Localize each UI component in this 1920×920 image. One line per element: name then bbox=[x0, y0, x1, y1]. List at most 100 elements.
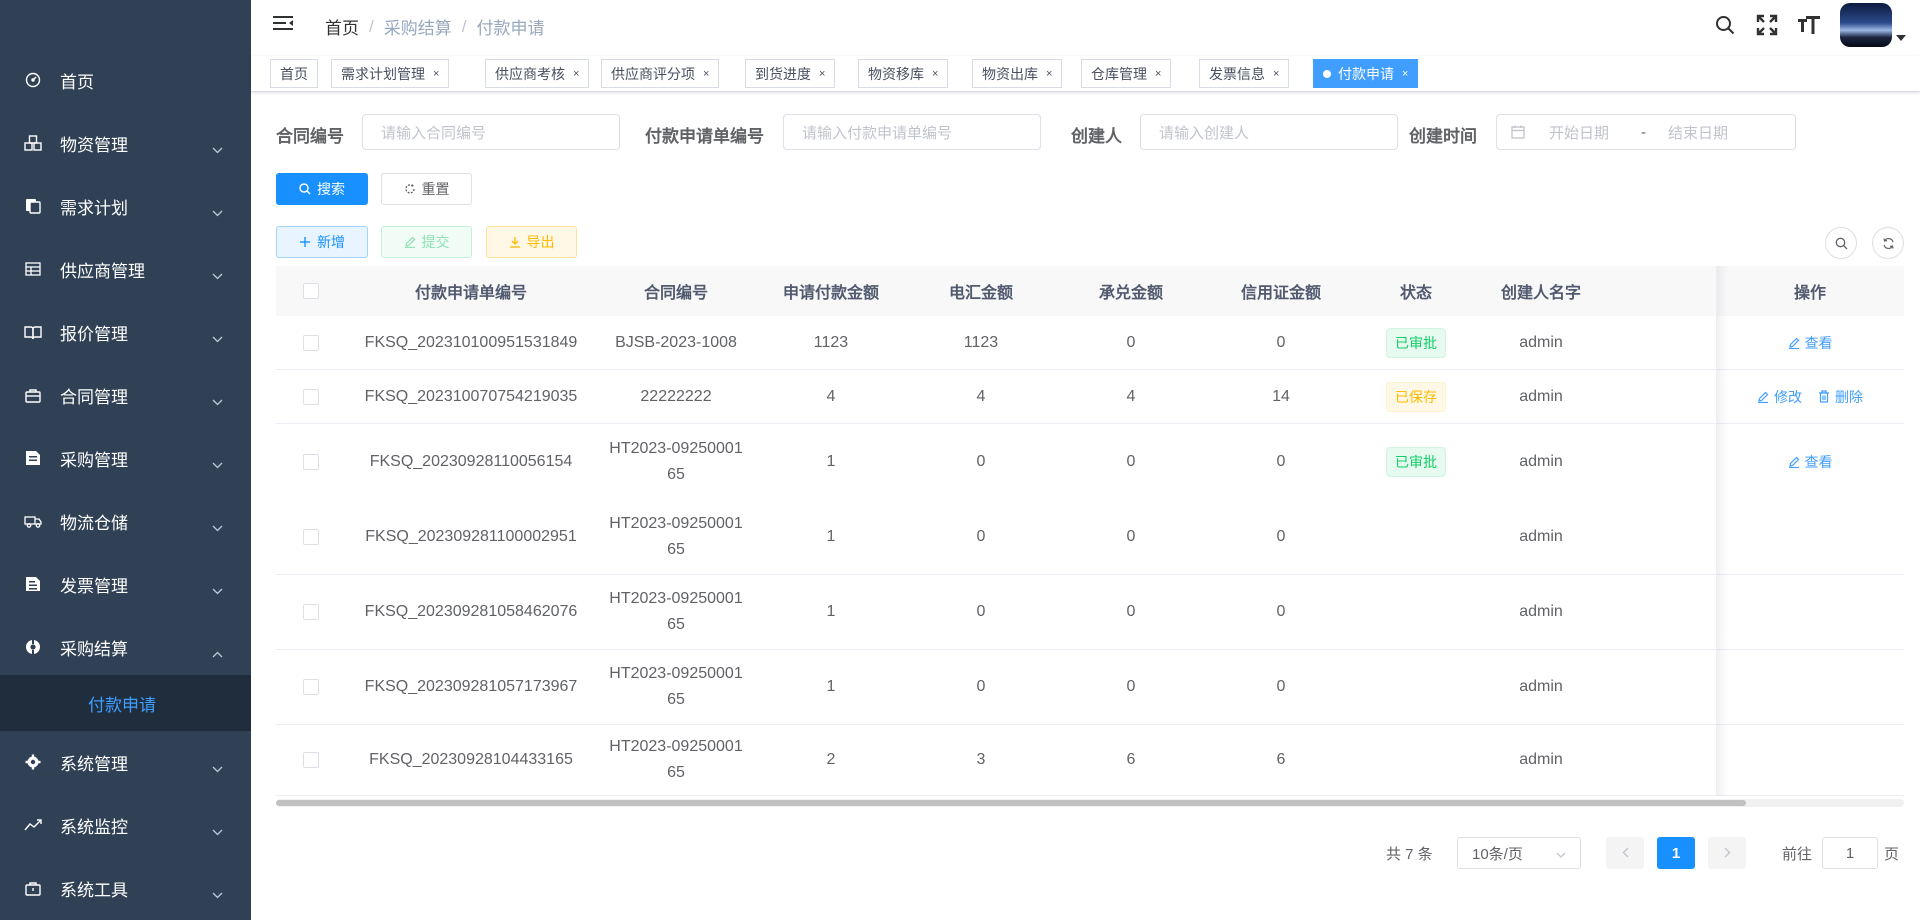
tag-item[interactable]: 物资移库 × bbox=[858, 59, 949, 88]
select-all-checkbox[interactable] bbox=[303, 283, 319, 299]
sidebar-item[interactable]: 发票管理 bbox=[0, 556, 251, 612]
horizontal-scrollbar[interactable] bbox=[276, 799, 1904, 807]
tag-label: 仓库管理 bbox=[1091, 65, 1147, 82]
cell-creator: admin bbox=[1519, 603, 1563, 620]
close-icon[interactable]: × bbox=[1273, 68, 1279, 80]
page-size-select[interactable]: 10条/页 bbox=[1457, 837, 1581, 869]
cell-lc: 0 bbox=[1276, 678, 1286, 695]
cell-wire: 0 bbox=[976, 453, 986, 470]
chevron-right-icon bbox=[1724, 845, 1731, 862]
date-range-picker[interactable]: 开始日期 - 结束日期 bbox=[1496, 114, 1796, 150]
row-checkbox[interactable] bbox=[303, 679, 319, 695]
start-date-placeholder[interactable]: 开始日期 bbox=[1549, 122, 1629, 143]
caret-down-icon[interactable] bbox=[1896, 28, 1906, 44]
edit-link[interactable]: 修改 bbox=[1757, 384, 1802, 410]
row-checkbox[interactable] bbox=[303, 454, 319, 470]
cell-status: 已审批 bbox=[1356, 424, 1476, 500]
sidebar-item[interactable]: 供应商管理 bbox=[0, 241, 251, 297]
operation-label: 查看 bbox=[1804, 334, 1833, 351]
close-icon[interactable]: × bbox=[1402, 68, 1408, 80]
sidebar-item[interactable]: 需求计划 bbox=[0, 178, 251, 234]
refresh-table-icon[interactable] bbox=[1872, 227, 1904, 259]
sidebar-item[interactable]: 合同管理 bbox=[0, 367, 251, 423]
cell-status bbox=[1356, 725, 1476, 795]
cell-status: 已审批 bbox=[1356, 316, 1476, 369]
tag-item[interactable]: 物资出库 × bbox=[972, 59, 1063, 88]
tag-item[interactable]: 供应商评分项 × bbox=[601, 59, 720, 88]
table-row: FKSQ_202309281057173967 HT2023-0925000165… bbox=[276, 650, 1904, 725]
tag-item[interactable]: 仓库管理 × bbox=[1081, 59, 1172, 88]
truck-icon bbox=[24, 512, 42, 530]
add-button[interactable]: 新增 bbox=[276, 226, 368, 258]
next-page-button[interactable] bbox=[1708, 837, 1746, 869]
close-icon[interactable]: × bbox=[573, 68, 579, 80]
search-button[interactable]: 搜索 bbox=[276, 173, 368, 205]
sidebar-item[interactable]: 首页 bbox=[0, 52, 251, 108]
avatar[interactable] bbox=[1840, 3, 1892, 47]
pagination-total: 共 7 条 bbox=[1386, 845, 1433, 863]
font-size-icon[interactable] bbox=[1798, 14, 1820, 36]
reset-button[interactable]: 重置 bbox=[381, 173, 472, 205]
tag-item[interactable]: 付款申请 × bbox=[1313, 59, 1419, 88]
delete-link[interactable]: 删除 bbox=[1818, 384, 1863, 410]
refresh-icon bbox=[404, 183, 416, 195]
submit-button[interactable]: 提交 bbox=[381, 226, 472, 258]
tag-item[interactable]: 首页 bbox=[270, 59, 318, 88]
end-date-placeholder[interactable]: 结束日期 bbox=[1668, 122, 1728, 143]
breadcrumb-separator: / bbox=[369, 16, 374, 36]
close-icon[interactable]: × bbox=[1046, 68, 1052, 80]
cell-operations: 修改 删除 bbox=[1716, 370, 1904, 423]
hamburger-icon[interactable] bbox=[273, 15, 293, 34]
close-icon[interactable]: × bbox=[1155, 68, 1161, 80]
row-checkbox[interactable] bbox=[303, 529, 319, 545]
row-checkbox[interactable] bbox=[303, 334, 319, 351]
goto-page-input[interactable]: 1 bbox=[1822, 837, 1878, 869]
fullscreen-icon[interactable] bbox=[1756, 14, 1778, 36]
cell-contract-no: HT2023-0925000165 bbox=[609, 515, 743, 558]
contract-no-input[interactable]: 请输入合同编号 bbox=[362, 114, 620, 150]
contract-no-label: 合同编号 bbox=[276, 127, 344, 146]
prev-page-button[interactable] bbox=[1606, 837, 1644, 869]
sidebar-item[interactable]: 采购管理 bbox=[0, 430, 251, 486]
sidebar-item[interactable]: 物资管理 bbox=[0, 115, 251, 171]
apply-no-input[interactable]: 请输入付款申请单编号 bbox=[783, 114, 1041, 150]
search-icon[interactable] bbox=[1714, 14, 1736, 36]
close-icon[interactable]: × bbox=[819, 68, 825, 80]
page-1-button[interactable]: 1 bbox=[1657, 837, 1695, 869]
column-header: 操作 bbox=[1793, 285, 1826, 302]
export-button[interactable]: 导出 bbox=[486, 226, 577, 258]
tag-item[interactable]: 发票信息 × bbox=[1199, 59, 1290, 88]
breadcrumb: 首页 / 采购结算 / 付款申请 bbox=[325, 14, 544, 39]
close-icon[interactable]: × bbox=[433, 68, 439, 80]
row-checkbox[interactable] bbox=[303, 752, 319, 768]
close-icon[interactable]: × bbox=[703, 68, 709, 80]
sidebar-item[interactable]: 系统工具 bbox=[0, 860, 251, 916]
view-link[interactable]: 查看 bbox=[1788, 330, 1833, 356]
sidebar-subitem-payment-apply[interactable]: 付款申请 bbox=[0, 675, 251, 731]
close-icon[interactable]: × bbox=[932, 68, 938, 80]
sidebar-item[interactable]: 报价管理 bbox=[0, 304, 251, 360]
scrollbar-thumb[interactable] bbox=[276, 800, 1746, 806]
tag-label: 供应商评分项 bbox=[611, 65, 695, 82]
creator-input[interactable]: 请输入创建人 bbox=[1140, 114, 1398, 150]
row-checkbox[interactable] bbox=[303, 604, 319, 620]
view-link[interactable]: 查看 bbox=[1788, 449, 1833, 475]
sidebar-item[interactable]: 采购结算 bbox=[0, 619, 251, 675]
cell-wire: 0 bbox=[976, 528, 986, 545]
sidebar-item[interactable]: 物流仓储 bbox=[0, 493, 251, 549]
tag-item[interactable]: 需求计划管理 × bbox=[331, 59, 450, 88]
breadcrumb-home[interactable]: 首页 bbox=[325, 14, 359, 39]
sidebar-item-label: 采购管理 bbox=[60, 450, 128, 470]
sidebar-item[interactable]: 系统监控 bbox=[0, 797, 251, 853]
cell-lc: 0 bbox=[1276, 453, 1286, 470]
row-checkbox[interactable] bbox=[303, 388, 319, 405]
toggle-search-icon[interactable] bbox=[1825, 227, 1857, 259]
tag-item[interactable]: 到货进度 × bbox=[745, 59, 836, 88]
sidebar-item-label: 需求计划 bbox=[60, 198, 128, 218]
sidebar-item-label: 合同管理 bbox=[60, 387, 128, 407]
contract-no-placeholder: 请输入合同编号 bbox=[381, 124, 487, 142]
sidebar-item[interactable]: 系统管理 bbox=[0, 734, 251, 790]
delete-icon bbox=[1818, 390, 1835, 403]
cell-contract-no: HT2023-0925000165 bbox=[609, 738, 743, 781]
tag-item[interactable]: 供应商考核 × bbox=[485, 59, 590, 88]
